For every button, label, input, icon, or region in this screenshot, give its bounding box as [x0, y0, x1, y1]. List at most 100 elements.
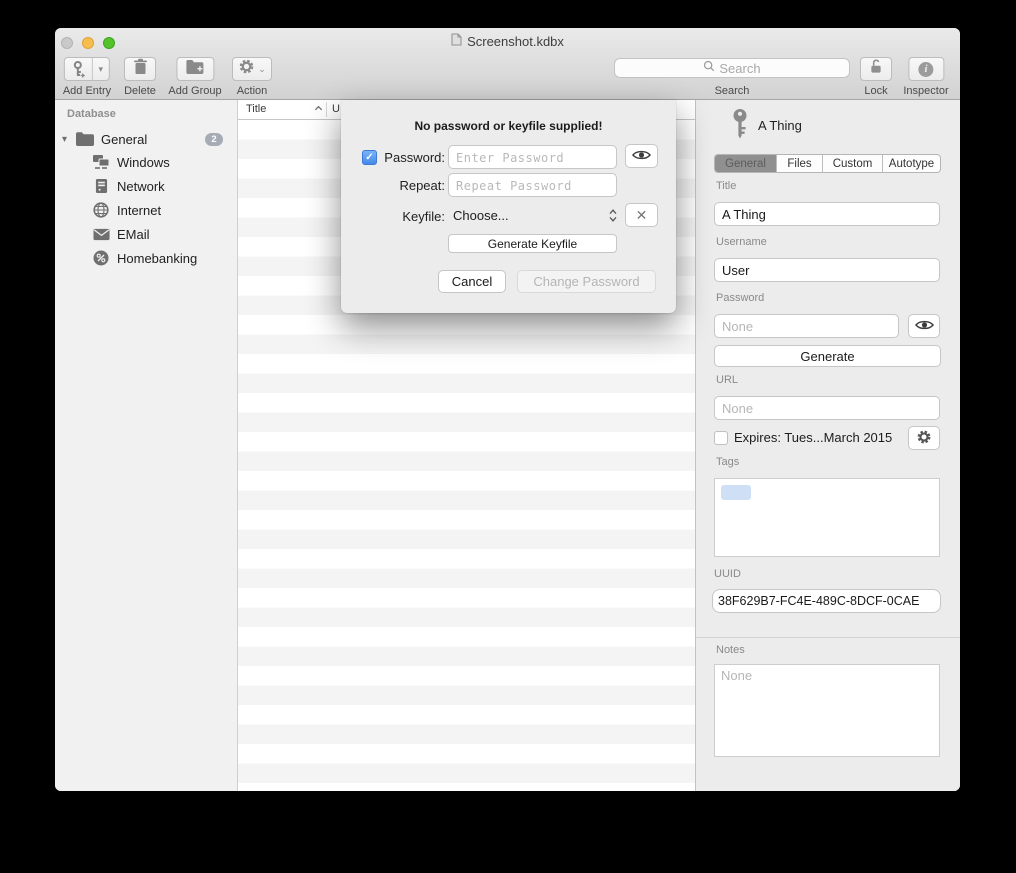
password-checkbox[interactable]: ✓: [362, 150, 377, 165]
column-divider[interactable]: [326, 102, 327, 117]
username-field[interactable]: [714, 258, 940, 282]
entry-title: A Thing: [758, 118, 802, 133]
expires-checkbox[interactable]: [714, 431, 728, 445]
lock-button[interactable]: [860, 57, 892, 81]
url-label: URL: [716, 374, 738, 386]
sidebar-item-email[interactable]: EMail: [55, 222, 237, 246]
app-window: Screenshot.kdbx ▾ Add Entry Delete: [55, 28, 960, 791]
eye-icon: [915, 319, 934, 334]
password-field[interactable]: [714, 314, 899, 338]
trash-icon: [133, 58, 148, 80]
sidebar-section-header: Database: [67, 108, 116, 120]
document-icon: [451, 33, 462, 49]
delete-button[interactable]: [124, 57, 156, 81]
add-group-label: Add Group: [168, 85, 221, 97]
sidebar-group-general[interactable]: ▾ General 2: [55, 128, 237, 150]
sheet-message: No password or keyfile supplied!: [341, 119, 676, 133]
add-group-button[interactable]: [176, 57, 214, 81]
tag-token[interactable]: [721, 485, 751, 500]
generate-keyfile-button[interactable]: Generate Keyfile: [448, 234, 617, 253]
tags-label: Tags: [716, 456, 739, 468]
keyfile-popup[interactable]: Choose...: [453, 203, 509, 229]
action-label: Action: [237, 85, 268, 97]
sidebar-item-homebanking[interactable]: Homebanking: [55, 246, 237, 270]
stepper-icon[interactable]: [608, 208, 618, 228]
folder-icon: [76, 132, 94, 149]
sidebar-item-internet[interactable]: Internet: [55, 198, 237, 222]
search-input[interactable]: Search: [614, 58, 850, 78]
reveal-password-button[interactable]: [625, 144, 658, 168]
percent-icon: [92, 250, 110, 266]
key-icon: [730, 108, 750, 145]
keyfile-label: Keyfile:: [379, 209, 445, 224]
expires-row: Expires: Tues...March 2015: [714, 430, 892, 445]
notes-label: Notes: [716, 644, 745, 656]
column-header-title[interactable]: Title: [246, 103, 266, 115]
sidebar-group-label: General: [101, 132, 147, 147]
password-label: Password:: [379, 150, 445, 165]
delete-label: Delete: [124, 85, 156, 97]
uuid-field[interactable]: [712, 589, 941, 613]
lock-label: Lock: [864, 85, 887, 97]
inspector-label: Inspector: [903, 85, 948, 97]
sidebar-item-label: Windows: [117, 155, 170, 170]
sidebar-item-windows[interactable]: Windows: [55, 150, 237, 174]
url-field[interactable]: [714, 396, 940, 420]
disclosure-triangle-icon[interactable]: ▾: [62, 134, 67, 145]
tab-general[interactable]: General: [715, 155, 777, 172]
globe-icon: [92, 202, 110, 218]
expires-label: Expires: Tues...March 2015: [734, 430, 892, 445]
toolbar-add-entry: ▾ Add Entry: [63, 57, 111, 97]
username-label: Username: [716, 236, 767, 248]
tags-field[interactable]: [714, 478, 940, 557]
inspector-button[interactable]: i: [908, 57, 944, 81]
sidebar-item-network[interactable]: Network: [55, 174, 237, 198]
add-entry-button[interactable]: ▾: [64, 57, 110, 81]
chevron-down-icon: ⌄: [258, 65, 266, 74]
chevron-down-icon[interactable]: ▾: [92, 58, 109, 80]
sort-ascending-icon: [314, 104, 323, 116]
sidebar-item-label: Internet: [117, 203, 161, 218]
window-title-area: Screenshot.kdbx: [55, 32, 960, 50]
reveal-password-button[interactable]: [908, 314, 940, 338]
gear-icon: [916, 429, 932, 448]
column-header-username[interactable]: U: [332, 103, 340, 115]
divider: [696, 637, 960, 638]
title-field[interactable]: [714, 202, 940, 226]
password-label: Password: [716, 292, 764, 304]
workgroup-icon: [92, 154, 110, 170]
password-input[interactable]: [448, 145, 617, 169]
notes-field[interactable]: [714, 664, 940, 757]
tab-custom[interactable]: Custom: [823, 155, 883, 172]
sidebar-item-label: EMail: [117, 227, 150, 242]
clear-keyfile-button[interactable]: ✕: [625, 203, 658, 227]
uuid-label: UUID: [714, 568, 741, 580]
toolbar-search: Search: [614, 58, 850, 78]
tab-autotype[interactable]: Autotype: [883, 155, 940, 172]
repeat-input[interactable]: [448, 173, 617, 197]
sidebar-item-label: Homebanking: [117, 251, 197, 266]
envelope-icon: [92, 226, 110, 242]
add-entry-label: Add Entry: [63, 85, 111, 97]
key-plus-icon: [65, 58, 91, 80]
generate-password-button[interactable]: Generate: [714, 345, 941, 367]
toolbar-delete: Delete: [124, 57, 156, 97]
action-button[interactable]: ⌄: [232, 57, 272, 81]
gear-icon: [238, 58, 255, 80]
eye-icon: [632, 149, 651, 164]
change-password-button[interactable]: Change Password: [517, 270, 656, 293]
expires-settings-button[interactable]: [908, 426, 940, 450]
cancel-button[interactable]: Cancel: [438, 270, 506, 293]
titlebar-toolbar: Screenshot.kdbx ▾ Add Entry Delete: [55, 28, 960, 100]
folder-plus-icon: [185, 59, 204, 79]
search-placeholder: Search: [719, 61, 760, 76]
sidebar: Database ▾ General 2 Windows Network: [55, 100, 237, 791]
toolbar-action: ⌄ Action: [232, 57, 272, 97]
search-label: Search: [715, 85, 750, 97]
lock-open-icon: [868, 58, 884, 80]
tab-files[interactable]: Files: [777, 155, 823, 172]
repeat-label: Repeat:: [379, 178, 445, 193]
sidebar-item-label: Network: [117, 179, 165, 194]
info-icon: i: [919, 62, 934, 77]
toolbar-add-group: Add Group: [168, 57, 221, 97]
